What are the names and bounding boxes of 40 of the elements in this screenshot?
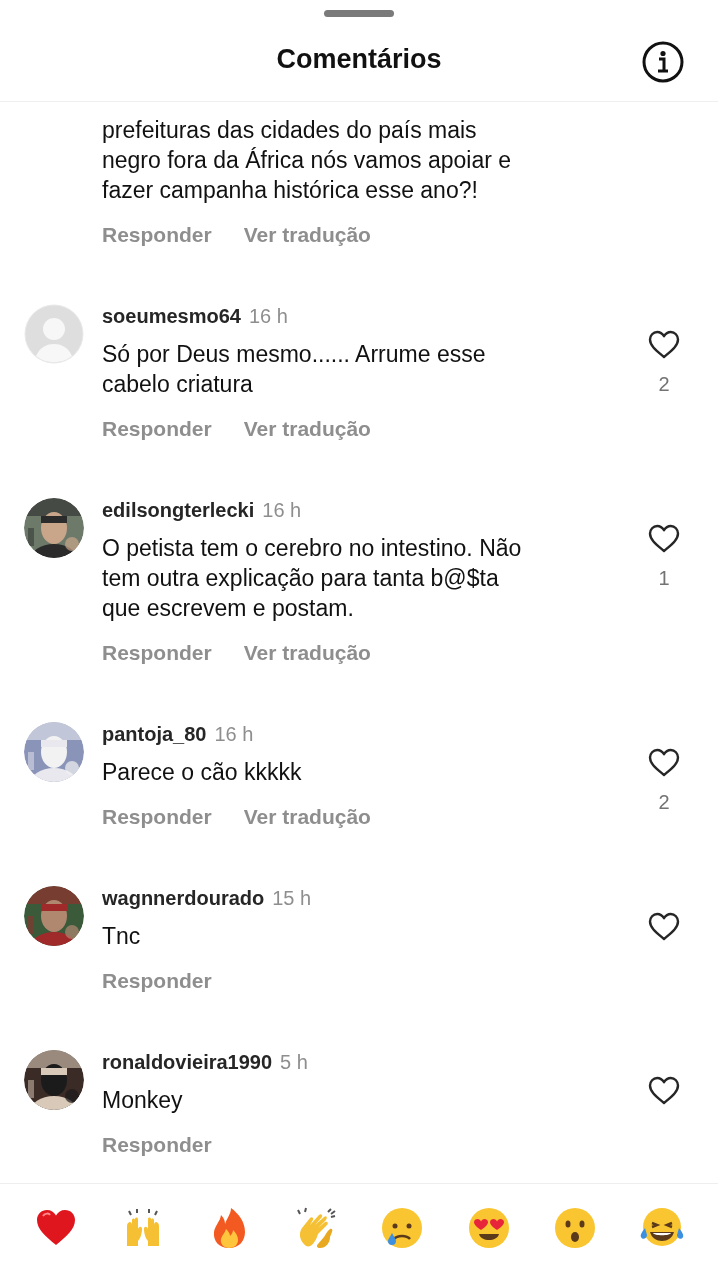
crying-face-icon[interactable]: [380, 1206, 425, 1250]
surprised-face-icon[interactable]: [553, 1206, 598, 1250]
like-heart-icon[interactable]: [648, 524, 680, 553]
translate-button[interactable]: Ver tradução: [243, 219, 371, 251]
username[interactable]: soeumesmo64: [102, 301, 241, 331]
comment-text: Tnc: [102, 922, 142, 951]
translate-button[interactable]: Ver tradução: [243, 801, 371, 833]
reply-button[interactable]: Responder: [102, 801, 212, 833]
like-heart-icon[interactable]: [648, 912, 680, 941]
reply-button[interactable]: Responder: [102, 965, 212, 997]
info-icon[interactable]: [642, 41, 684, 83]
reply-button[interactable]: Responder: [102, 637, 212, 669]
username[interactable]: wagnnerdourado: [102, 883, 265, 913]
username[interactable]: edilsongterlecki: [102, 495, 255, 525]
translate-button[interactable]: Ver tradução: [243, 637, 371, 669]
like-heart-icon[interactable]: [648, 330, 680, 359]
comment-time: 16 h: [214, 722, 254, 747]
comment-time: 16 h: [262, 498, 302, 523]
comment-text: prefeituras das cidades do país mais negro fora da África nós vamos apoiar e fazer campanha histórica esse ano?!: [102, 116, 513, 205]
sheet-title: Comentários: [276, 43, 442, 77]
like-count: 1: [658, 566, 670, 591]
like-count: 2: [658, 372, 670, 397]
reply-button[interactable]: Responder: [102, 413, 212, 445]
comment-time: 16 h: [248, 304, 288, 329]
like-heart-icon[interactable]: [648, 1076, 680, 1105]
comment-text: O petista tem o cerebro no intestino. Não tem outra explicação para tanta b@$ta que escrevem e postam.: [102, 534, 523, 623]
comment-text: Monkey: [102, 1086, 184, 1115]
comment-time: 5 h: [280, 1050, 308, 1075]
reply-button[interactable]: Responder: [102, 219, 212, 251]
translate-button[interactable]: Ver tradução: [243, 413, 371, 445]
reply-button[interactable]: Responder: [102, 1129, 212, 1161]
username[interactable]: ronaldovieira1990: [102, 1047, 273, 1077]
comment-text: Parece o cão kkkkk: [102, 758, 303, 787]
comment-text: Só por Deus mesmo...... Arrume esse cabelo criatura: [102, 340, 487, 399]
like-count: 2: [658, 790, 670, 815]
comment-time: 15 h: [272, 886, 312, 911]
heart-eyes-face-icon[interactable]: [466, 1206, 511, 1250]
drag-handle[interactable]: [324, 10, 394, 17]
like-heart-icon[interactable]: [648, 748, 680, 777]
username[interactable]: pantoja_80: [102, 719, 207, 749]
